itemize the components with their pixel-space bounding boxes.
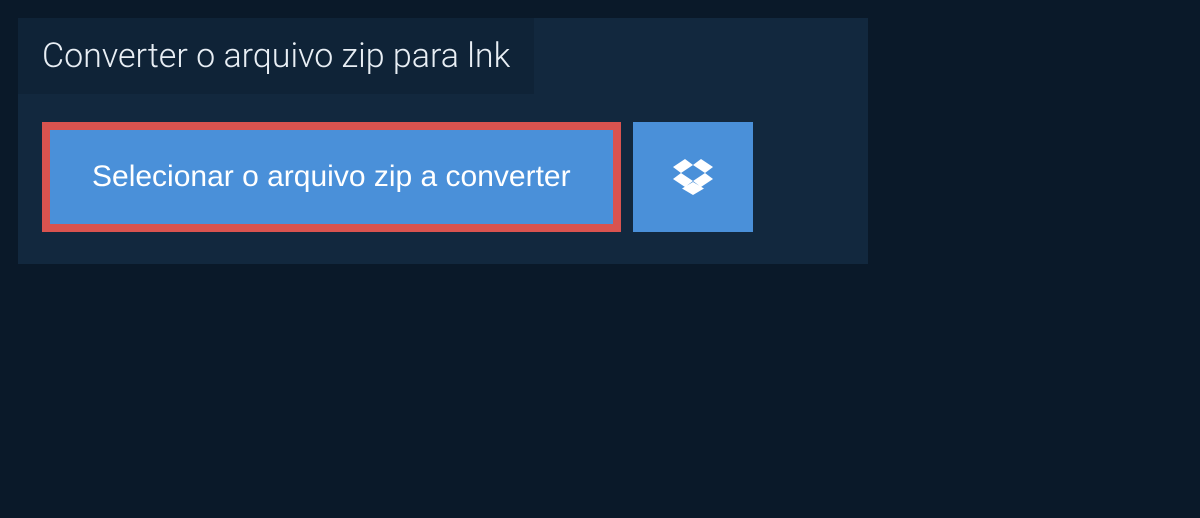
title-bar: Converter o arquivo zip para lnk [18, 18, 534, 94]
dropbox-icon [673, 159, 713, 195]
dropbox-button[interactable] [633, 122, 753, 232]
select-file-button[interactable]: Selecionar o arquivo zip a converter [50, 130, 613, 224]
action-row: Selecionar o arquivo zip a converter [18, 94, 868, 264]
page-title: Converter o arquivo zip para lnk [42, 36, 510, 76]
converter-panel: Converter o arquivo zip para lnk Selecio… [18, 18, 868, 264]
select-file-highlight: Selecionar o arquivo zip a converter [42, 122, 621, 232]
